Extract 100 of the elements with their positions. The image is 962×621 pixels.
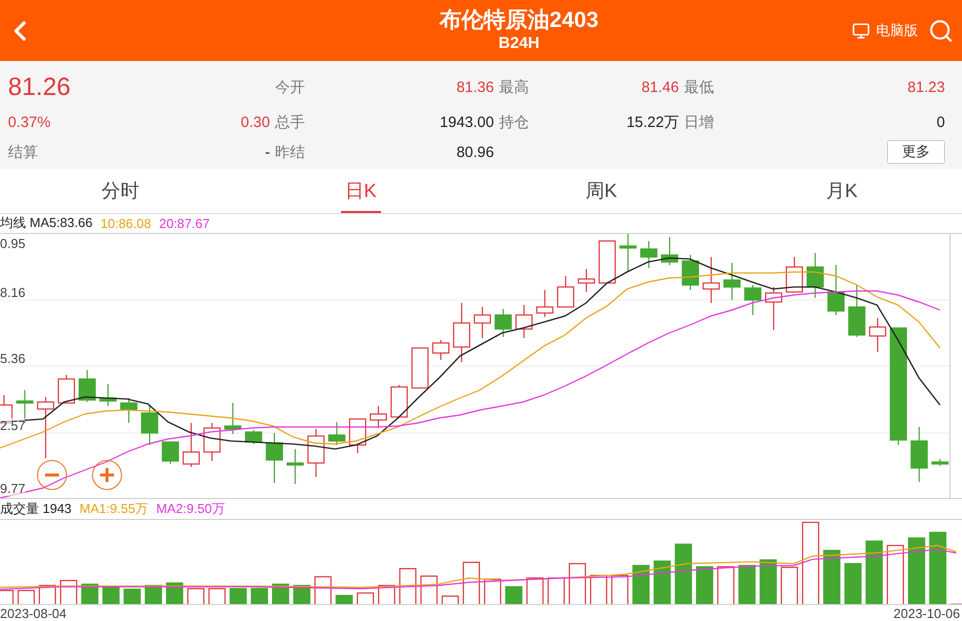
moving-average-legend: 20:87.67	[159, 216, 210, 231]
candlestick	[58, 375, 75, 404]
volume-bar	[760, 559, 777, 604]
candlestick	[203, 423, 221, 462]
candlestick	[99, 384, 117, 406]
candlestick	[182, 423, 200, 468]
volume-bar	[844, 563, 862, 604]
candlestick	[390, 385, 408, 418]
volume-legend: MA1:9.55万	[80, 500, 148, 518]
change-value: 0.30	[240, 114, 270, 131]
stat-label: 总手	[275, 112, 305, 132]
candlestick	[78, 370, 96, 402]
volume-bar	[187, 588, 204, 604]
volume-legend: 成交量 1943	[0, 500, 72, 518]
plus-icon	[100, 468, 114, 482]
candlestick	[910, 427, 928, 482]
volume-bar	[526, 577, 544, 604]
chart-tab[interactable]: 周K	[581, 169, 622, 213]
candlestick	[37, 397, 54, 458]
stat-label: 最低	[684, 78, 714, 97]
volume-bar	[823, 550, 840, 604]
candlestick	[286, 449, 304, 484]
chart-tab[interactable]: 月K	[822, 169, 862, 213]
candlestick	[141, 406, 158, 446]
volume-bar	[250, 588, 268, 604]
volume-bar	[738, 564, 756, 604]
search-button[interactable]	[928, 18, 954, 44]
candlestick	[453, 303, 470, 362]
stat-value: 81.23	[907, 78, 945, 96]
chart-tab[interactable]: 分时	[97, 169, 144, 213]
candlestick	[328, 422, 346, 446]
stat-value: 15.22万	[626, 112, 679, 132]
volume-bar	[314, 576, 332, 604]
volume-bar	[632, 564, 650, 604]
date-axis-label: 2023-08-04	[0, 606, 66, 621]
candlestick	[474, 307, 491, 338]
monitor-icon	[852, 22, 870, 40]
volume-bar	[611, 574, 628, 604]
volume-bar	[18, 590, 35, 604]
volume-bar	[505, 586, 522, 604]
volume-bar	[590, 574, 608, 604]
date-axis-label: 2023-10-06	[894, 606, 960, 621]
candlestick	[578, 269, 595, 292]
volume-bar	[399, 568, 416, 604]
volume-legend: MA2:9.50万	[156, 500, 225, 518]
candlestick	[370, 406, 387, 428]
candlestick	[640, 241, 658, 268]
settlement-value: -	[265, 144, 270, 161]
candlestick	[162, 442, 179, 464]
candlestick	[744, 285, 762, 316]
volume-bar	[462, 562, 480, 604]
price-axis-label: 2.57	[0, 418, 26, 434]
price-axis-label: 0.95	[0, 236, 26, 252]
candlestick	[224, 403, 242, 434]
change-percent: 0.37%	[8, 114, 51, 131]
last-price: 81.26	[8, 72, 71, 102]
candlestick	[536, 290, 554, 318]
stat-value: 81.36	[456, 78, 494, 96]
volume-bar	[674, 544, 692, 604]
search-icon	[928, 18, 954, 44]
volume-bar	[124, 588, 141, 604]
volume-bar	[102, 586, 120, 604]
volume-bar	[166, 582, 184, 604]
stat-label: 最高	[499, 78, 529, 97]
volume-bar	[866, 540, 883, 604]
candlestick	[307, 429, 325, 478]
volume-bar	[356, 592, 374, 604]
minus-icon	[45, 473, 59, 478]
volume-bar	[442, 596, 459, 604]
candlestick	[723, 263, 741, 300]
volume-bar	[336, 594, 353, 604]
volume-bar	[208, 588, 226, 604]
more-button[interactable]: 更多	[887, 140, 945, 164]
candlestick	[120, 398, 138, 424]
volume-bar	[38, 584, 56, 604]
candlestick	[515, 305, 533, 338]
volume-bar	[272, 584, 290, 604]
stat-label: 持仓	[499, 112, 529, 132]
zoom-in-button[interactable]	[92, 460, 122, 490]
candlestick	[349, 418, 366, 454]
candlestick	[598, 240, 616, 284]
candlestick	[931, 459, 949, 466]
volume-bar	[654, 560, 671, 604]
instrument-code: B24H	[498, 34, 540, 54]
price-axis-label: 9.77	[0, 481, 26, 496]
stat-value: 0	[936, 114, 945, 131]
chart-tab[interactable]: 日K	[340, 169, 381, 213]
zoom-out-button[interactable]	[37, 460, 67, 490]
candlestick	[494, 309, 512, 338]
candlestick	[827, 265, 845, 316]
candlestick	[411, 348, 429, 389]
stat-label: 昨结	[275, 142, 305, 162]
candlestick	[765, 287, 782, 330]
candlestick	[806, 253, 824, 298]
price-axis-label: 5.36	[0, 351, 26, 366]
volume-bar	[886, 544, 904, 604]
volume-bar	[0, 590, 14, 604]
candlestick	[245, 430, 262, 444]
candlestick	[557, 276, 574, 308]
moving-average-legend: 均线 MA5:83.66	[0, 214, 92, 232]
